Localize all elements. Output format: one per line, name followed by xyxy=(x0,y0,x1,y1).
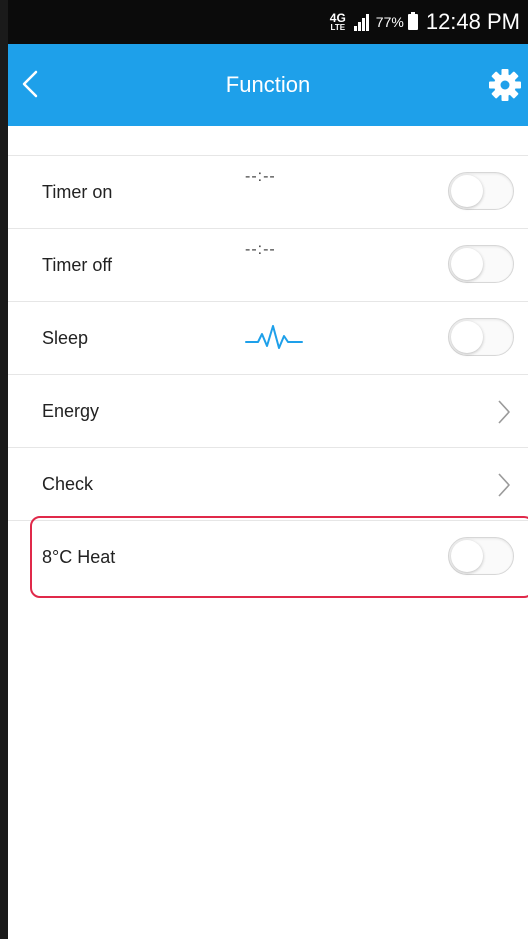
toggle-knob xyxy=(451,248,483,280)
page-title: Function xyxy=(225,72,311,97)
energy-row[interactable]: Energy xyxy=(8,375,528,448)
timer-on-value: --:-- xyxy=(245,168,276,185)
row-label: Timer off xyxy=(42,255,113,275)
heat-8c-row: 8°C Heat xyxy=(8,521,528,594)
check-row[interactable]: Check xyxy=(8,448,528,521)
sleep-row: Sleep xyxy=(8,302,528,375)
row-label: Timer on xyxy=(42,182,113,202)
chevron-right-icon xyxy=(498,473,510,497)
chevron-right-icon xyxy=(498,400,510,424)
toggle-knob xyxy=(451,175,483,207)
chevron-left-icon xyxy=(22,70,38,98)
timer-on-toggle[interactable] xyxy=(448,172,514,210)
app-header: Function xyxy=(8,44,528,126)
network-indicator: 4G LTE xyxy=(329,11,346,32)
phone-screen: 4G LTE 77% 12:48 PM Function Timer on --… xyxy=(0,0,528,939)
row-label: Sleep xyxy=(42,328,89,348)
timer-on-row: Timer on --:-- xyxy=(8,156,528,229)
empty-content-area xyxy=(8,600,528,939)
status-bar: 4G LTE 77% 12:48 PM xyxy=(8,0,528,44)
back-button[interactable] xyxy=(14,66,50,102)
status-time: 12:48 PM xyxy=(425,9,520,34)
toggle-knob xyxy=(451,540,483,572)
sleep-toggle[interactable] xyxy=(448,318,514,356)
row-label: Energy xyxy=(42,401,100,421)
sleep-wave-icon xyxy=(245,325,303,349)
list-top-spacer xyxy=(8,126,528,156)
signal-icon xyxy=(353,13,370,31)
timer-off-value: --:-- xyxy=(245,241,276,258)
settings-button[interactable] xyxy=(486,66,524,104)
function-list: Timer on --:-- Timer off --:-- Sleep Ene… xyxy=(8,156,528,594)
timer-off-row: Timer off --:-- xyxy=(8,229,528,302)
gear-icon xyxy=(489,69,521,101)
heat-8c-toggle[interactable] xyxy=(448,537,514,575)
row-label: Check xyxy=(42,474,94,494)
battery-percent: 77% xyxy=(375,14,404,30)
battery-icon xyxy=(407,12,418,30)
row-label: 8°C Heat xyxy=(42,547,116,567)
timer-off-toggle[interactable] xyxy=(448,245,514,283)
toggle-knob xyxy=(451,321,483,353)
